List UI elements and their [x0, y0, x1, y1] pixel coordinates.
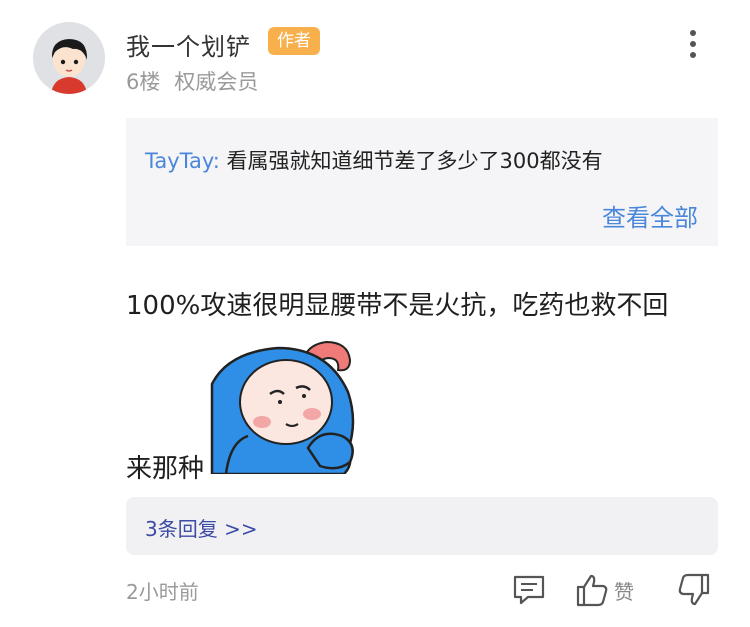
comment-meta: 6楼 权威会员: [126, 66, 258, 96]
view-replies-link[interactable]: 3条回复 >>: [145, 513, 258, 542]
like-button[interactable]: [576, 572, 608, 608]
quote-text: 看属强就知道细节差了多少了300都没有: [226, 149, 603, 173]
author-badge: 作者: [268, 27, 320, 55]
quote-author[interactable]: TayTay:: [145, 149, 220, 173]
more-button[interactable]: [681, 30, 705, 62]
avatar[interactable]: [33, 22, 105, 94]
thumbs-down-icon: [678, 573, 710, 606]
username[interactable]: 我一个划铲: [126, 27, 251, 62]
more-vertical-icon: [681, 30, 705, 58]
replies-box[interactable]: 3条回复 >>: [126, 497, 718, 555]
quote-line: TayTay: 看属强就知道细节差了多少了300都没有: [145, 145, 603, 175]
member-rank: 权威会员: [174, 70, 259, 94]
thumbs-up-icon: [576, 574, 608, 607]
view-all-link[interactable]: 查看全部: [602, 198, 698, 233]
comment-text-line2: 来那种: [126, 454, 205, 484]
blue-hood-character-sticker: [208, 332, 358, 476]
quoted-comment[interactable]: TayTay: 看属强就知道细节差了多少了300都没有 查看全部: [126, 118, 718, 246]
comment-text-line1: 100%攻速很明显腰带不是火抗，吃药也救不回: [126, 291, 669, 321]
like-label[interactable]: 赞: [614, 576, 634, 605]
reply-button[interactable]: [512, 572, 546, 608]
floor-number: 6楼: [126, 70, 161, 94]
comment-icon: [513, 575, 545, 605]
timestamp: 2小时前: [126, 580, 199, 604]
avatar-cartoon-icon: [33, 22, 105, 94]
dislike-button[interactable]: [678, 572, 710, 608]
